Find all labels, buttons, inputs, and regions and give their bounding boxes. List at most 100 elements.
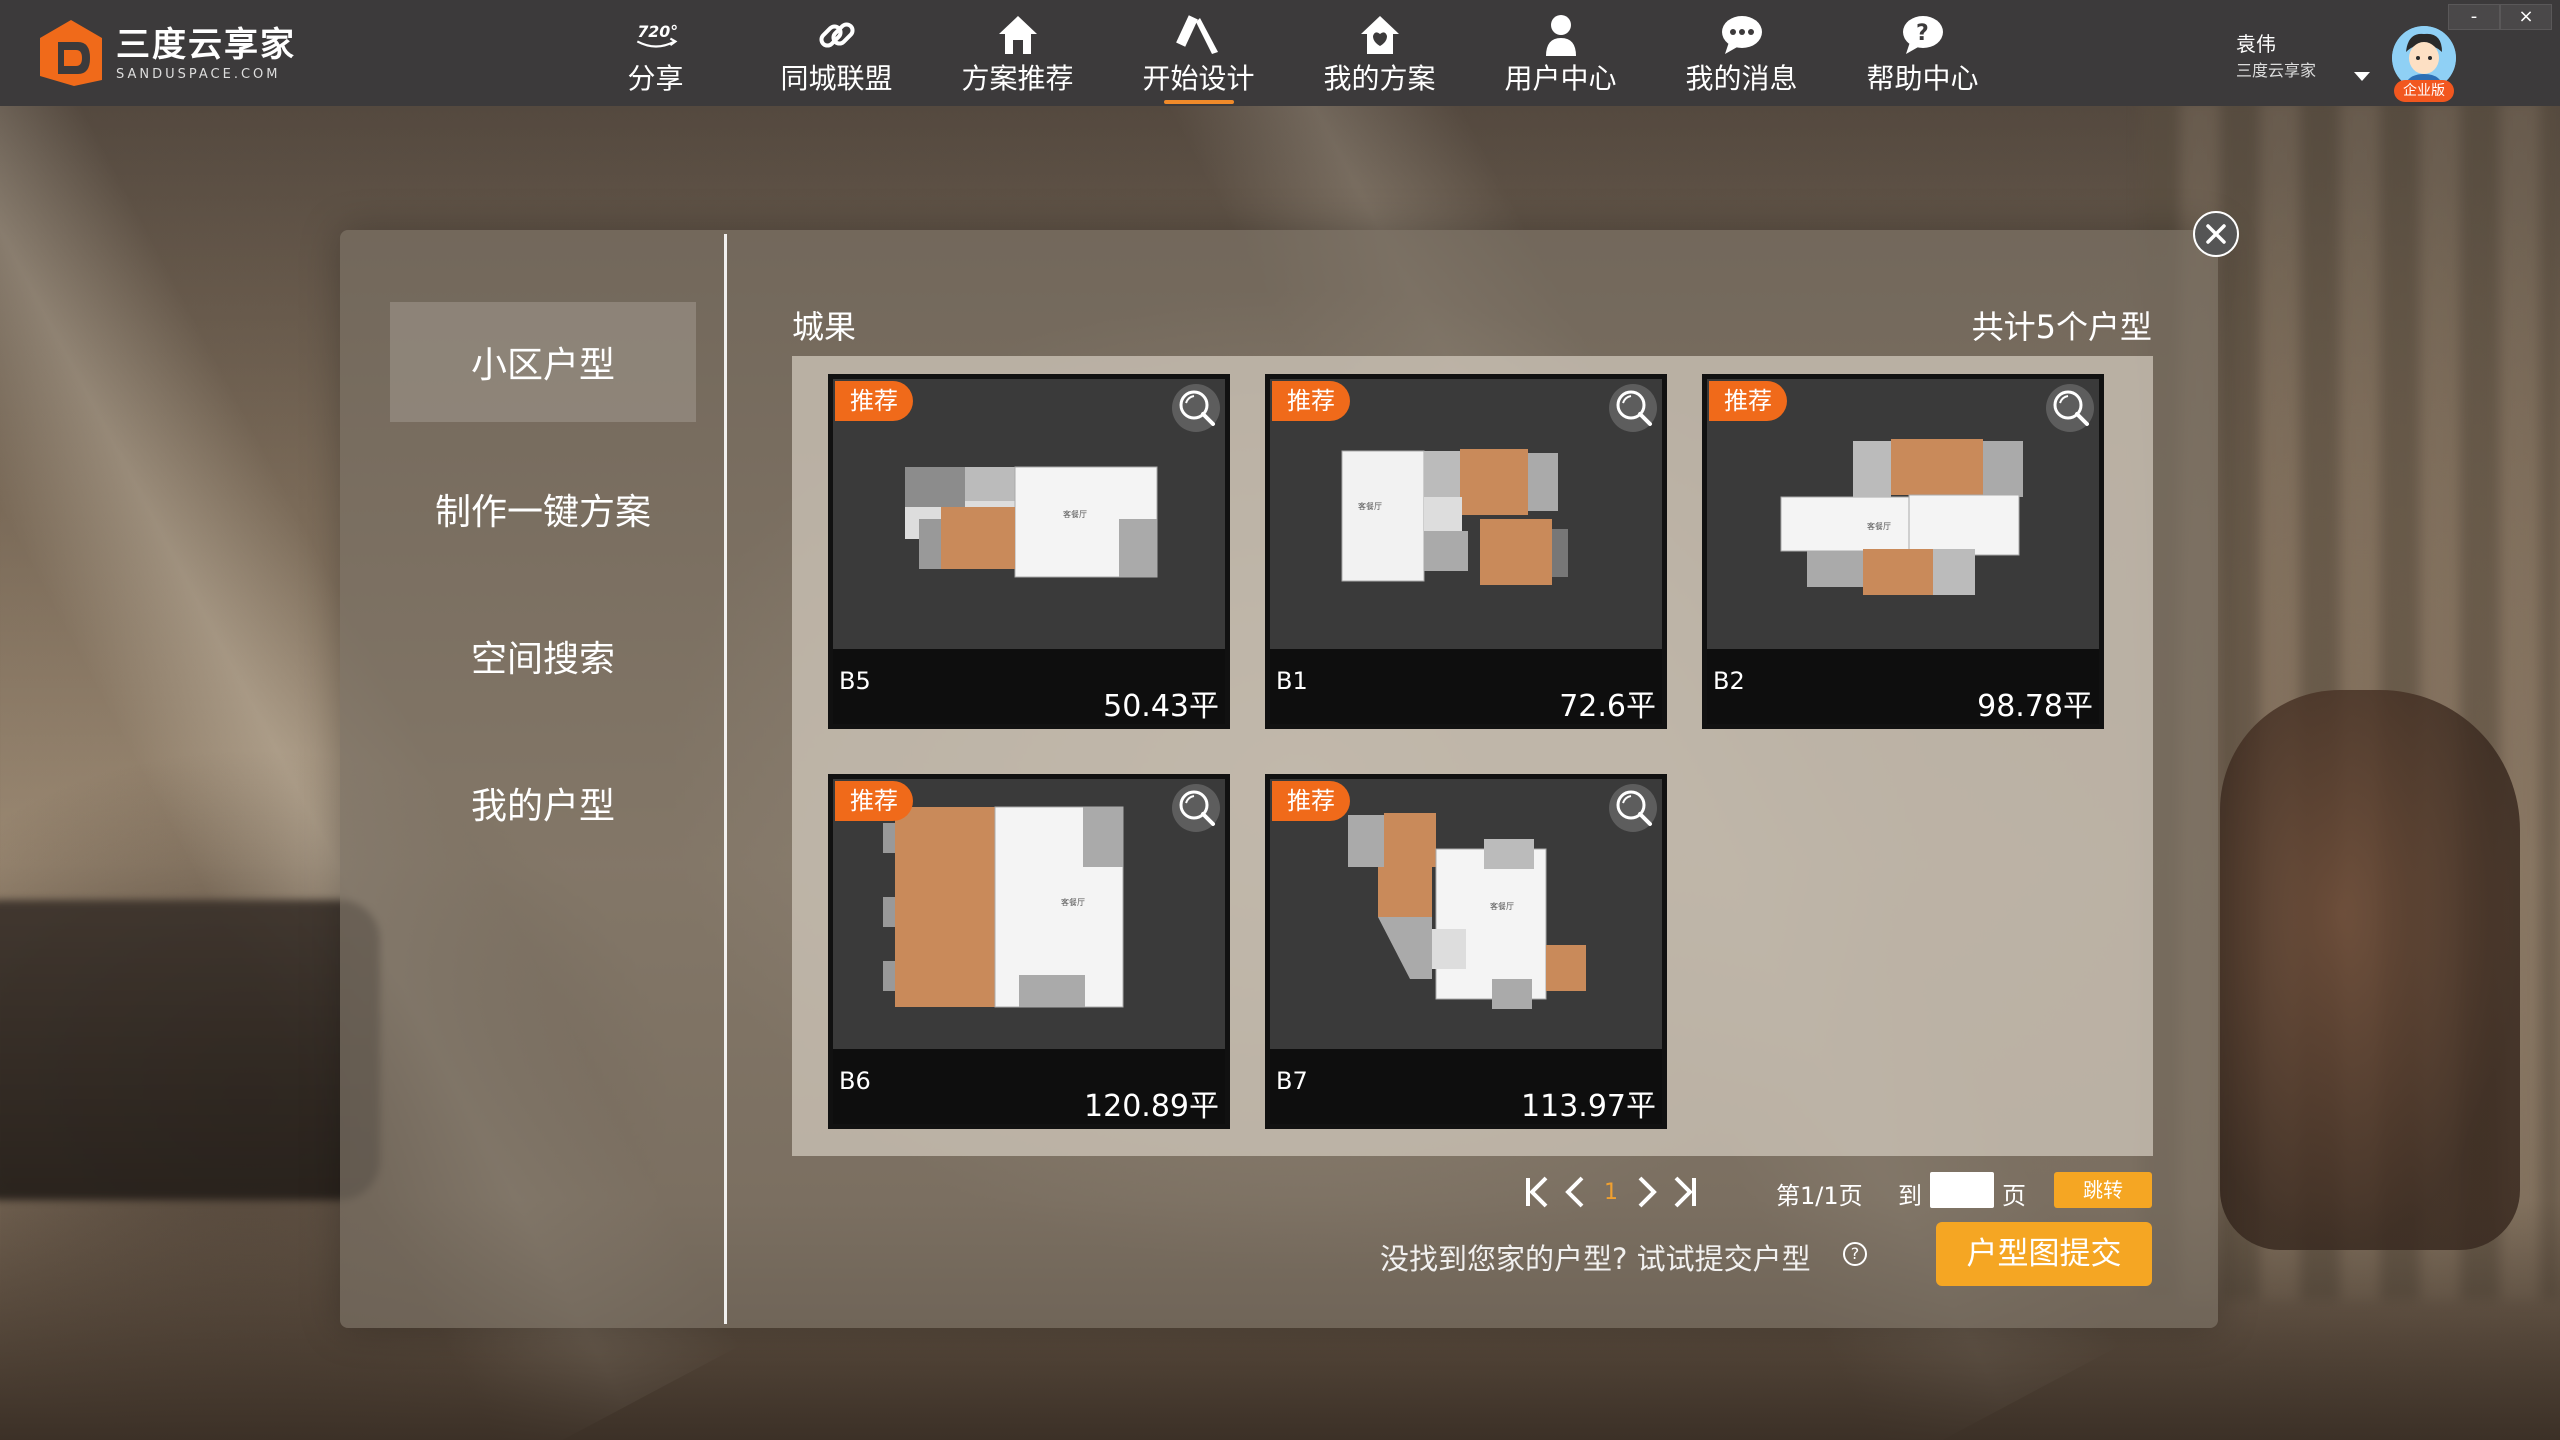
nav-label: 方案推荐 [961,62,1074,95]
zoom-icon[interactable] [1171,783,1221,833]
dialog-divider [724,234,727,1324]
nav-item-start-design[interactable]: 开始设计 [1108,0,1289,106]
card-name: B5 [839,667,871,695]
nav-item-plan-recommend[interactable]: 方案推荐 [927,0,1108,106]
first-page-button[interactable] [1520,1170,1554,1214]
nav-item-user-center[interactable]: 用户中心 [1470,0,1651,106]
logo-subtitle: SANDUSPACE.COM [116,66,281,82]
submit-hint-text[interactable]: 没找到您家的户型? 试试提交户型 [1380,1236,1811,1278]
nav-label: 用户中心 [1504,62,1617,95]
floorplan-card[interactable]: 客餐厅 推荐 B1 72.6平 [1265,374,1667,729]
recommend-tag: 推荐 [1709,381,1787,421]
card-name: B7 [1276,1067,1308,1095]
side-item-my-floorplans[interactable]: 我的户型 [390,743,696,863]
house-icon [995,12,1041,58]
main-nav: 720° 分享 同城联盟 方案推荐 开始设计 我的方案 用户中心 我的消息 ? … [565,0,2013,106]
last-page-button[interactable] [1668,1170,1702,1214]
nav-item-help-center[interactable]: ? 帮助中心 [1832,0,2013,106]
pagination: 1 [1520,1170,1706,1214]
user-icon [1538,12,1584,58]
next-page-button[interactable] [1630,1170,1664,1214]
goto-label: 到 [1898,1182,1922,1210]
logo-icon [38,18,104,88]
floorplan-card[interactable]: 客餐厅 推荐 B5 50.43平 [828,374,1230,729]
zoom-icon[interactable] [1608,783,1658,833]
svg-text:客餐厅: 客餐厅 [1490,901,1514,911]
prev-page-button[interactable] [1558,1170,1592,1214]
background-chair [2220,690,2520,1250]
card-footer: B1 72.6平 [1270,649,1662,724]
nav-item-share[interactable]: 720° 分享 [565,0,746,106]
recommend-tag: 推荐 [1272,781,1350,821]
zoom-icon[interactable] [2045,383,2095,433]
card-footer: B7 113.97平 [1270,1049,1662,1124]
first-page-icon [1526,1176,1548,1208]
card-footer: B2 98.78平 [1707,649,2099,724]
goto-button[interactable]: 跳转 [2054,1172,2152,1208]
svg-text:客餐厅: 客餐厅 [1867,521,1891,531]
card-footer: B6 120.89平 [833,1049,1225,1124]
window-close-button[interactable]: × [2500,4,2552,30]
floorplan-card[interactable]: 客餐厅 推荐 B6 120.89平 [828,774,1230,1129]
background-sofa [0,900,380,1200]
community-name: 城果 [792,308,857,346]
question-icon[interactable]: ? [1843,1242,1867,1266]
nav-label: 分享 [627,62,684,95]
card-area: 72.6平 [1559,689,1656,724]
svg-text:客餐厅: 客餐厅 [1061,897,1085,907]
card-name: B2 [1713,667,1745,695]
goto-page-input[interactable] [1930,1172,1994,1208]
nav-label: 开始设计 [1142,62,1255,95]
nav-label: 我的消息 [1685,62,1798,95]
user-name: 袁伟 [2236,32,2276,56]
last-page-icon [1674,1176,1696,1208]
card-area: 50.43平 [1103,689,1219,724]
chevron-left-icon [1565,1176,1584,1208]
card-name: B1 [1276,667,1308,695]
svg-text:客餐厅: 客餐厅 [1063,509,1087,519]
side-item-community-floorplans[interactable]: 小区户型 [390,302,696,422]
720-icon: 720° [633,12,679,58]
user-company: 三度云享家 [2236,61,2317,80]
side-menu: 小区户型 制作一键方案 空间搜索 我的户型 [390,302,696,890]
logo[interactable]: 三度云享家 SANDUSPACE.COM [38,18,296,88]
chevron-right-icon [1638,1176,1657,1208]
page-info: 第1/1页 [1776,1182,1863,1210]
goto-page-unit: 页 [2002,1182,2026,1210]
floorplan-card[interactable]: 客餐厅 推荐 B2 98.78平 [1702,374,2104,729]
total-count: 共计5个户型 [1971,308,2152,346]
design-tools-icon [1175,12,1222,58]
side-item-space-search[interactable]: 空间搜索 [390,596,696,716]
floorplan-card[interactable]: 客餐厅 推荐 B7 113.97平 [1265,774,1667,1129]
side-item-one-click-plan[interactable]: 制作一键方案 [390,449,696,569]
home-plan-icon [1357,12,1403,58]
user-info[interactable]: 袁伟 三度云享家 [2236,30,2316,84]
current-page-number[interactable]: 1 [1604,1180,1618,1205]
svg-text:?: ? [1916,21,1929,46]
recommend-tag: 推荐 [835,381,913,421]
close-icon [2206,224,2226,244]
recommend-tag: 推荐 [1272,381,1350,421]
svg-text:客餐厅: 客餐厅 [1358,501,1382,511]
card-name: B6 [839,1067,871,1095]
nav-label: 同城联盟 [780,62,893,95]
nav-item-my-messages[interactable]: 我的消息 [1651,0,1832,106]
help-icon: ? [1900,12,1946,58]
link-icon [814,12,860,58]
nav-item-my-plans[interactable]: 我的方案 [1289,0,1470,106]
card-area: 98.78平 [1977,689,2093,724]
zoom-icon[interactable] [1608,383,1658,433]
nav-label: 我的方案 [1323,62,1436,95]
card-footer: B5 50.43平 [833,649,1225,724]
card-area: 113.97平 [1521,1089,1656,1124]
chevron-down-icon[interactable] [2354,72,2370,81]
message-icon [1719,12,1765,58]
svg-text:720°: 720° [637,22,678,41]
dialog-close-button[interactable] [2193,211,2239,257]
zoom-icon[interactable] [1171,383,1221,433]
nav-item-city-alliance[interactable]: 同城联盟 [746,0,927,106]
enterprise-badge: 企业版 [2394,80,2454,102]
top-bar: 三度云享家 SANDUSPACE.COM 720° 分享 同城联盟 方案推荐 开… [0,0,2560,106]
submit-floorplan-button[interactable]: 户型图提交 [1936,1222,2152,1286]
minimize-button[interactable]: - [2448,4,2500,30]
